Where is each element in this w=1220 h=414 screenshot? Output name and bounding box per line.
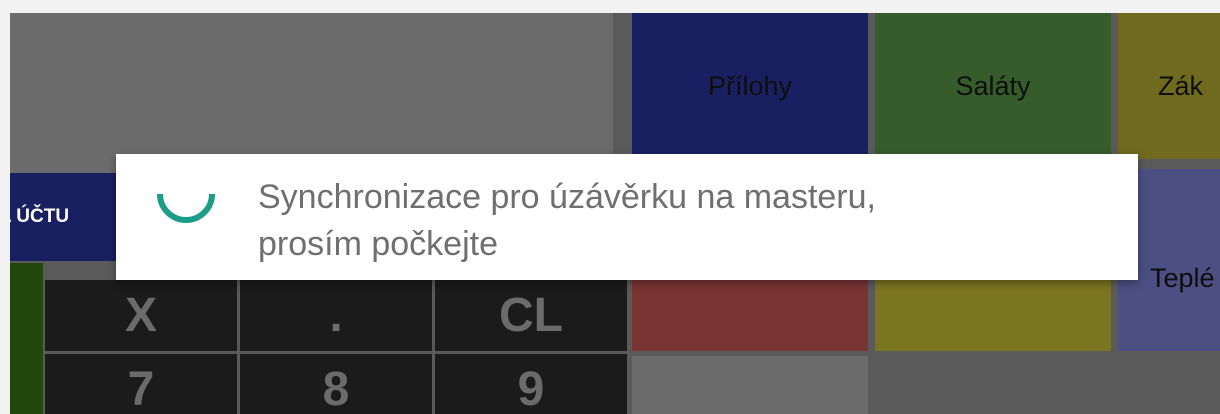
category-zak-label: Zák xyxy=(1158,70,1204,101)
key-8-label: 8 xyxy=(322,362,350,414)
key-clear-label: CL xyxy=(499,289,563,342)
left-color-strip xyxy=(10,263,43,414)
progress-dialog xyxy=(116,154,1138,280)
bottom-tile-1[interactable] xyxy=(632,356,868,414)
category-salaty[interactable]: Saláty xyxy=(875,13,1111,159)
display-panel xyxy=(10,13,613,175)
category-zak[interactable]: Zák xyxy=(1118,13,1220,159)
account-button[interactable]: A ÚČTU xyxy=(10,173,118,261)
key-9[interactable]: 9 xyxy=(435,354,627,414)
category-prilohy-label: Přílohy xyxy=(707,70,793,101)
key-7[interactable]: 7 xyxy=(45,354,237,414)
category-salaty-label: Saláty xyxy=(955,70,1031,101)
key-clear[interactable]: CL xyxy=(435,280,627,351)
account-button-label: A ÚČTU xyxy=(10,206,70,227)
category-teple-label: Teplé xyxy=(1150,262,1215,293)
key-x-label: X xyxy=(124,289,157,342)
bottom-tile-2 xyxy=(875,356,1220,414)
key-9-label: 9 xyxy=(517,362,545,414)
key-decimal-label: . xyxy=(329,289,343,342)
key-7-label: 7 xyxy=(127,362,155,414)
key-8[interactable]: 8 xyxy=(240,354,432,414)
key-decimal[interactable]: . xyxy=(240,280,432,351)
key-x[interactable]: X xyxy=(45,280,237,351)
category-prilohy[interactable]: Přílohy xyxy=(632,13,868,159)
